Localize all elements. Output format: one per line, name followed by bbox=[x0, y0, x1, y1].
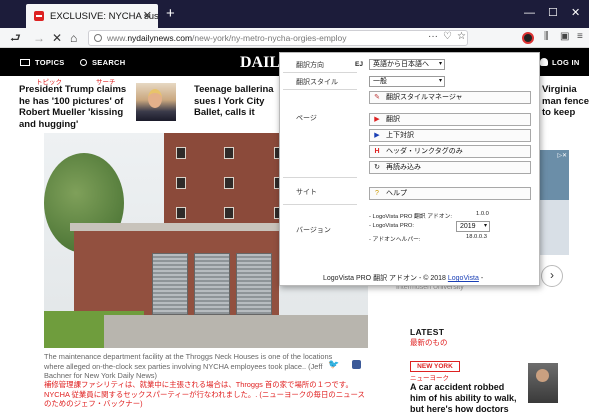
minimize-icon[interactable]: — bbox=[524, 8, 535, 19]
header-links-label: ヘッダ・リンクタグのみ bbox=[386, 148, 463, 155]
library-icon[interactable]: ⫼ bbox=[544, 31, 549, 43]
search-icon bbox=[80, 59, 87, 66]
pro-version-label: - LogoVista PRO: bbox=[369, 223, 415, 229]
direction-select[interactable]: 英語から日本語へ ▾ bbox=[369, 59, 445, 70]
logovista-link[interactable]: LogoVista bbox=[448, 275, 479, 282]
chevron-down-icon: ▾ bbox=[438, 78, 442, 84]
sidebar-icon[interactable]: ▣ bbox=[560, 31, 569, 43]
version-section-label: バージョン bbox=[296, 227, 331, 234]
new-tab-button[interactable]: + bbox=[166, 6, 175, 21]
photo-caption: The maintenance department facility at t… bbox=[44, 352, 333, 380]
footer-text: LogoVista PRO 翻訳 アドオン - © 2018 bbox=[323, 275, 446, 282]
garage-door bbox=[194, 253, 230, 315]
logovista-panel: 翻訳方向 EJ 英語から日本語へ ▾ 翻訳スタイル 一般 ▾ ✎ 翻訳スタイルマネージ… bbox=[279, 52, 540, 286]
page-section-label: ページ bbox=[283, 113, 357, 178]
search-label: SEARCH bbox=[92, 58, 126, 67]
forward-icon[interactable]: → bbox=[33, 31, 45, 45]
headline-trump[interactable]: President Trump claims he has '100 pictu… bbox=[19, 84, 135, 130]
parallel-icon: ▶ bbox=[374, 132, 380, 139]
style-value: 一般 bbox=[373, 78, 387, 85]
header-links-icon: H bbox=[374, 148, 380, 155]
section-badge-translation: ニューヨーク bbox=[410, 375, 449, 382]
direction-label: 翻訳方向 bbox=[283, 60, 357, 73]
garage-door bbox=[152, 253, 188, 315]
header-links-only-button[interactable]: H ヘッダ・リンクタグのみ bbox=[369, 145, 531, 158]
url-prefix: www. bbox=[107, 33, 128, 43]
bookmark-star-icon[interactable]: ☆ bbox=[457, 31, 466, 43]
headline-virginia[interactable]: Virginia man fence to keep from his hou bbox=[542, 84, 589, 120]
ej-indicator: EJ bbox=[355, 61, 363, 68]
help-icon: ? bbox=[375, 190, 379, 197]
style-manager-icon: ✎ bbox=[374, 94, 380, 101]
footer-tail: - bbox=[480, 275, 484, 282]
maximize-icon[interactable]: ☐ bbox=[548, 8, 558, 19]
url-path: /new-york/ny-metro-nycha-orgies-employ bbox=[192, 33, 347, 43]
user-icon bbox=[540, 58, 548, 66]
direction-value: 英語から日本語へ bbox=[373, 61, 429, 68]
reload-icon: ↻ bbox=[374, 164, 380, 171]
latest-story-headline[interactable]: A car accident robbed him of his ability… bbox=[410, 382, 520, 415]
page-actions-icon[interactable]: ··· bbox=[428, 31, 438, 43]
back-icon[interactable]: ⮐ bbox=[10, 31, 21, 45]
menu-icon[interactable]: ≡ bbox=[577, 31, 583, 43]
pocket-icon[interactable]: ♡ bbox=[443, 31, 452, 43]
search-button[interactable]: SEARCH bbox=[80, 58, 125, 67]
helper-version-label: - アドオンヘルパー: bbox=[369, 237, 421, 243]
navigation-bar: ⮐ → ✕ ⌂ www.nydailynews.com/new-york/ny-… bbox=[0, 28, 589, 48]
topics-button[interactable]: TOPICS bbox=[20, 58, 65, 67]
headline-ballerina[interactable]: Teenage ballerina sues l York City Balle… bbox=[194, 84, 280, 120]
tab-bar: EXCLUSIVE: NYCHA suspends t ✕ + — ☐ ✕ bbox=[0, 0, 589, 28]
headline-trump-thumbnail[interactable] bbox=[136, 83, 176, 121]
window-close-icon[interactable]: ✕ bbox=[571, 8, 580, 19]
browser-window: EXCLUSIVE: NYCHA suspends t ✕ + — ☐ ✕ ⮐ … bbox=[0, 0, 589, 415]
chevron-down-icon: ▾ bbox=[438, 61, 442, 67]
addon-version-label: - LogoVista PRO 翻訳 アドオン: bbox=[369, 214, 453, 220]
garage-door bbox=[236, 253, 272, 315]
photo-caption-translation: 補修管理課ファシリティは、就業中に主張される場合は、Throggs 首の家で場所… bbox=[44, 380, 365, 408]
section-badge[interactable]: NEW YORK bbox=[410, 361, 460, 372]
carousel-next-button[interactable]: › bbox=[541, 265, 563, 287]
pro-version-select[interactable]: 2019 ▾ bbox=[456, 221, 490, 232]
topics-label: TOPICS bbox=[35, 58, 65, 67]
tab-close-icon[interactable]: ✕ bbox=[143, 9, 152, 22]
parallel-label: 上下対訳 bbox=[386, 132, 414, 139]
help-button[interactable]: ? ヘルプ bbox=[369, 187, 531, 200]
style-label: 翻訳スタイル bbox=[283, 77, 357, 90]
site-info-icon[interactable] bbox=[94, 34, 102, 42]
latest-heading-translation: 最新のもの bbox=[410, 338, 448, 347]
address-bar[interactable]: www.nydailynews.com/new-york/ny-metro-ny… bbox=[88, 30, 468, 46]
browser-tab[interactable]: EXCLUSIVE: NYCHA suspends t ✕ bbox=[26, 4, 158, 28]
latest-story-thumbnail[interactable] bbox=[528, 363, 558, 403]
style-manager-button[interactable]: ✎ 翻訳スタイルマネージャ bbox=[369, 91, 531, 104]
style-select[interactable]: 一般 ▾ bbox=[369, 76, 445, 87]
help-label: ヘルプ bbox=[386, 190, 407, 197]
site-logo[interactable]: DAIL bbox=[240, 54, 280, 72]
translate-button[interactable]: ▶ 翻訳 bbox=[369, 113, 531, 126]
home-icon[interactable]: ⌂ bbox=[70, 31, 77, 45]
addon-version-value: 1.0.0 bbox=[476, 211, 489, 217]
twitter-icon[interactable]: 🐦 bbox=[328, 360, 339, 369]
site-favicon-icon bbox=[34, 11, 44, 21]
url-domain: nydailynews.com bbox=[127, 33, 193, 43]
translate-label: 翻訳 bbox=[386, 116, 400, 123]
play-icon: ▶ bbox=[374, 116, 380, 123]
logovista-extension-icon[interactable] bbox=[522, 32, 534, 44]
facebook-icon[interactable] bbox=[352, 360, 361, 369]
pro-version-value: 2019 bbox=[460, 223, 476, 230]
login-label: LOG IN bbox=[552, 58, 580, 67]
parallel-translation-button[interactable]: ▶ 上下対訳 bbox=[369, 129, 531, 142]
style-manager-label: 翻訳スタイルマネージャ bbox=[386, 94, 463, 101]
grid-icon bbox=[20, 59, 30, 66]
stop-icon[interactable]: ✕ bbox=[52, 31, 62, 45]
login-button[interactable]: LOG IN bbox=[540, 58, 580, 67]
reload-label: 再読み込み bbox=[386, 164, 421, 171]
ad-info-icon[interactable]: ▷✕ bbox=[557, 152, 567, 159]
reload-button[interactable]: ↻ 再読み込み bbox=[369, 161, 531, 174]
helper-version-value: 18.0.0.3 bbox=[466, 234, 487, 240]
site-section-label: サイト bbox=[283, 187, 357, 205]
latest-heading: LATEST bbox=[410, 327, 445, 337]
advertisement[interactable]: ▷✕ bbox=[539, 150, 569, 255]
panel-footer: LogoVista PRO 翻訳 アドオン - © 2018 LogoVista… bbox=[323, 273, 483, 283]
chevron-down-icon: ▾ bbox=[483, 223, 487, 229]
